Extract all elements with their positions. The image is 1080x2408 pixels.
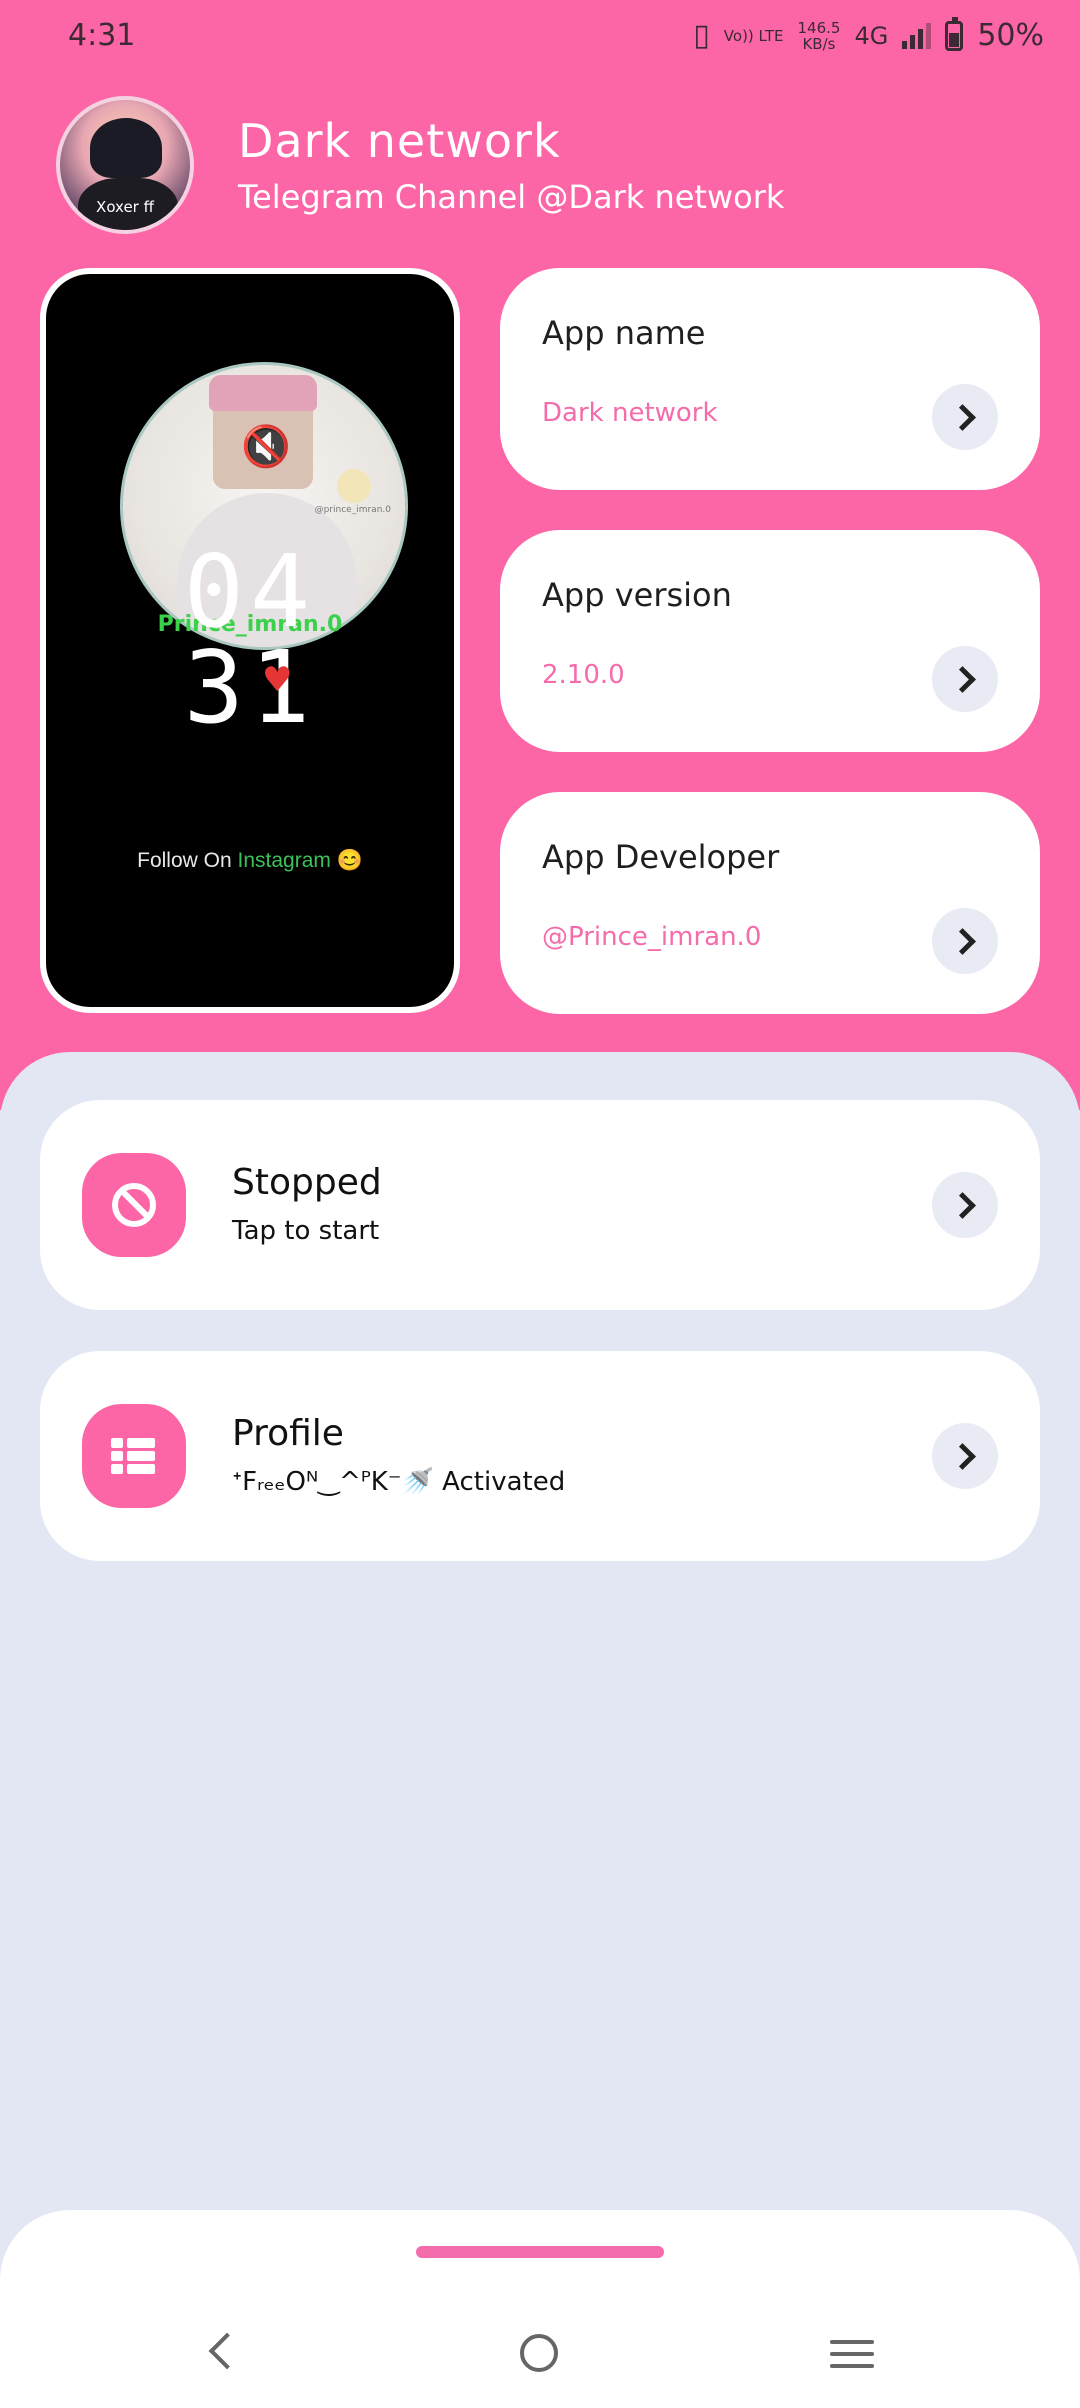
instagram-link[interactable]: Instagram <box>238 849 331 872</box>
profile-subtitle: ᐩFᵣₑₑOᴺ‿^ᴾK⁻🚿 Activated <box>232 1467 566 1497</box>
emoji-badge-icon <box>337 469 371 503</box>
broken-heart-icon: ♥ <box>262 660 293 700</box>
chevron-right-icon <box>948 927 976 955</box>
app-version-value: 2.10.0 <box>542 660 625 690</box>
volte-indicator: Vo)) LTE <box>723 26 784 45</box>
app-version-label: App version <box>542 576 732 614</box>
app-name-value: Dark network <box>542 398 718 428</box>
profile-card[interactable]: Profile ᐩFᵣₑₑOᴺ‿^ᴾK⁻🚿 Activated <box>40 1351 1040 1561</box>
app-name-card[interactable]: App name Dark network <box>500 268 1040 490</box>
app-name-arrow-button[interactable] <box>932 384 998 450</box>
home-nav-icon[interactable] <box>520 2334 558 2372</box>
service-status-title: Stopped <box>232 1162 382 1203</box>
status-bar: 4:31 ▯ Vo)) LTE 146.5 KB/s 4G 50% <box>0 0 1080 80</box>
app-developer-arrow-button[interactable] <box>932 908 998 974</box>
network-speed: 146.5 KB/s <box>797 18 841 53</box>
network-type: 4G <box>854 21 889 50</box>
ban-icon <box>82 1153 186 1257</box>
app-name-label: App name <box>542 314 706 352</box>
app-version-card[interactable]: App version 2.10.0 <box>500 530 1040 752</box>
service-status-subtitle: Tap to start <box>232 1216 380 1246</box>
app-developer-value: @Prince_imran.0 <box>542 922 762 952</box>
battery-icon <box>945 16 964 51</box>
recents-nav-icon[interactable] <box>830 2340 874 2368</box>
bottom-sheet <box>0 2210 1080 2408</box>
app-developer-label: App Developer <box>542 838 780 876</box>
chevron-right-icon <box>948 403 976 431</box>
signal-icon <box>902 22 932 49</box>
status-icons: ▯ Vo)) LTE 146.5 KB/s 4G 50% <box>693 16 1044 53</box>
preview-clock: 04 31 <box>46 533 454 746</box>
avatar-label: Xoxer ff <box>96 198 154 216</box>
mute-icon: 🔇 <box>241 424 291 470</box>
chevron-right-icon <box>948 665 976 693</box>
preview-watermark: @prince_imran.0 <box>314 505 391 515</box>
battery-percent: 50% <box>977 18 1044 53</box>
channel-subtitle: Telegram Channel @Dark network <box>238 178 785 216</box>
profile-arrow-button[interactable] <box>932 1423 998 1489</box>
smile-emoji-icon: 😊 <box>336 849 363 872</box>
follow-instagram-text: Follow On Instagram 😊 <box>137 849 363 872</box>
vibrate-icon: ▯ <box>693 18 710 53</box>
bottom-sheet-handle[interactable] <box>416 2246 664 2258</box>
status-time: 4:31 <box>68 18 136 53</box>
clock-minutes: 31 <box>183 629 317 746</box>
lockscreen-preview[interactable]: 🔇 @prince_imran.0 Prince_imran.0 04 31 ♥… <box>40 268 460 1013</box>
list-icon <box>82 1404 186 1508</box>
chevron-right-icon <box>948 1191 976 1219</box>
app-version-arrow-button[interactable] <box>932 646 998 712</box>
app-developer-card[interactable]: App Developer @Prince_imran.0 <box>500 792 1040 1014</box>
avatar[interactable]: Xoxer ff <box>56 96 194 234</box>
service-status-arrow-button[interactable] <box>932 1172 998 1238</box>
chevron-right-icon <box>948 1442 976 1470</box>
service-status-card[interactable]: Stopped Tap to start <box>40 1100 1040 1310</box>
profile-title: Profile <box>232 1413 344 1454</box>
app-title: Dark network <box>238 114 561 168</box>
clock-hours: 04 <box>183 533 317 650</box>
